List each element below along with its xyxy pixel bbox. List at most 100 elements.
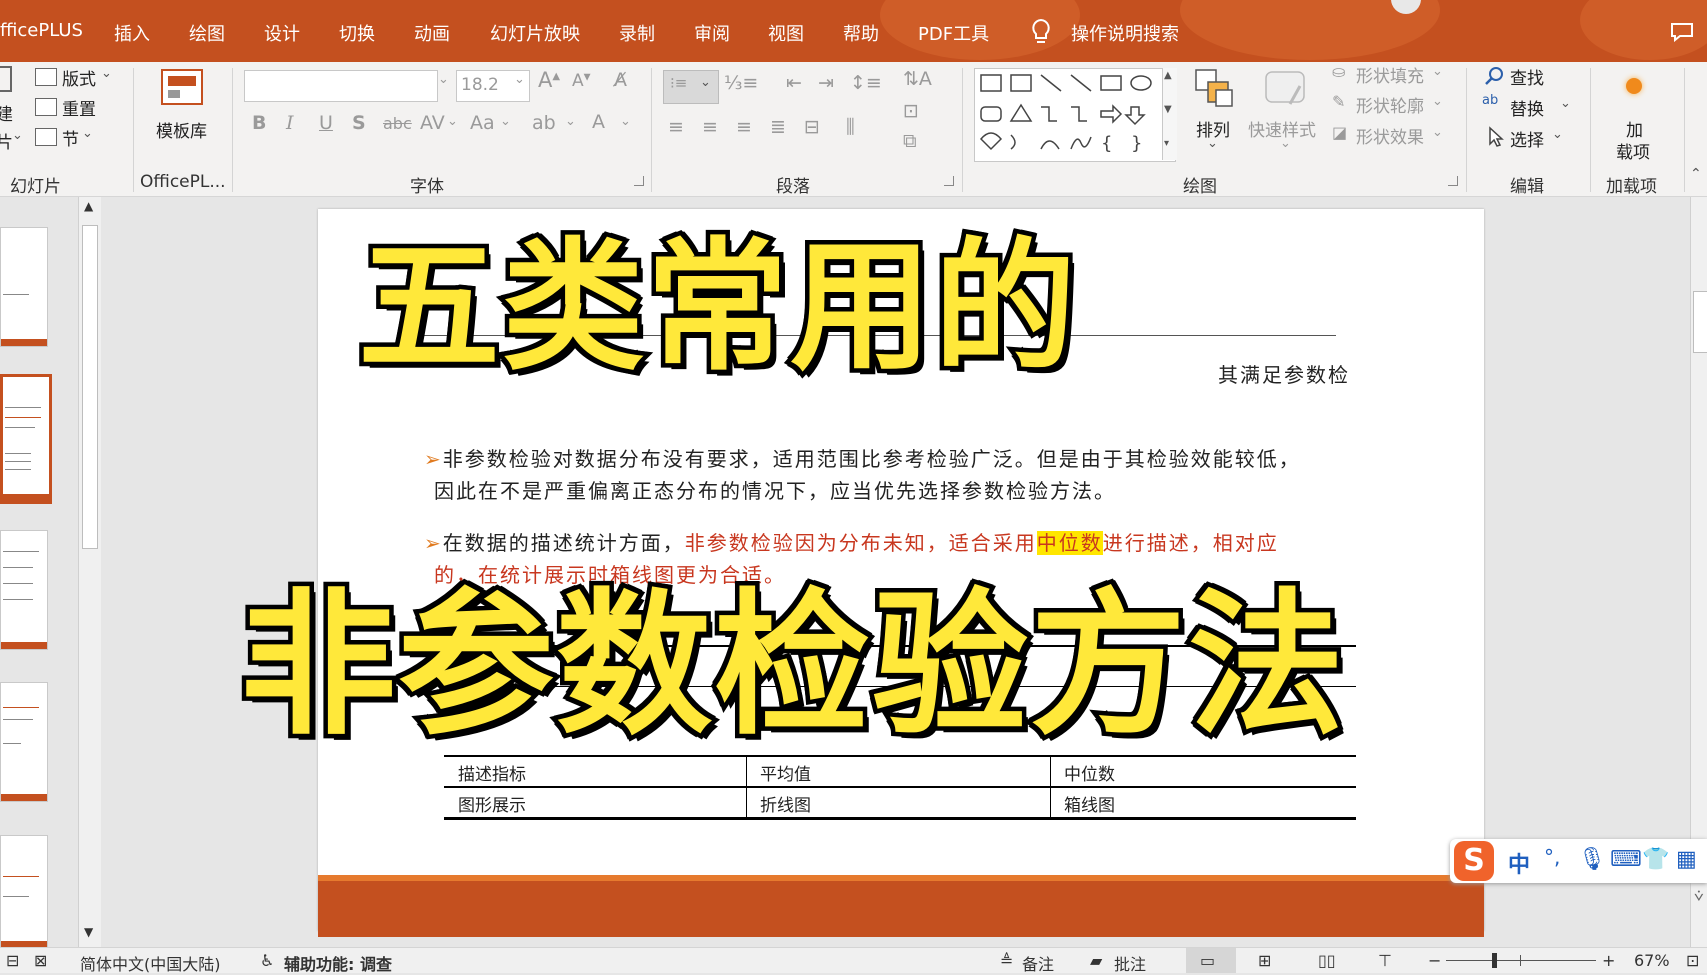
search-icon[interactable]	[1484, 66, 1504, 86]
keyboard-icon[interactable]: ⌨	[1610, 847, 1642, 872]
shadow-icon[interactable]: S	[352, 112, 366, 134]
reset-button[interactable]: 重置	[62, 95, 96, 120]
new-slide-icon[interactable]	[0, 66, 12, 92]
font-color-icon[interactable]: A	[592, 111, 605, 133]
zoom-level[interactable]: 67%	[1634, 951, 1670, 970]
thumbnail-scrollbar[interactable]: ▲ ▼	[78, 197, 101, 947]
accessibility-icon[interactable]: ♿	[260, 951, 274, 970]
quick-styles-icon[interactable]	[1262, 68, 1308, 110]
language-indicator[interactable]: 简体中文(中国大陆)	[80, 951, 221, 975]
layout-icon[interactable]	[35, 68, 57, 86]
bold-icon[interactable]: B	[252, 112, 266, 134]
section-icon[interactable]	[35, 128, 57, 146]
smartart-icon[interactable]: ⧉	[903, 130, 917, 152]
accessibility-status[interactable]: 辅助功能: 调查	[284, 951, 392, 975]
more-icon[interactable]: ▾	[1164, 138, 1169, 149]
distributed-icon[interactable]: ⊟	[804, 116, 820, 138]
comments-button[interactable]: 批注	[1114, 951, 1146, 975]
tab-review[interactable]: 审阅	[694, 20, 730, 46]
slide-thumbnail[interactable]	[0, 835, 48, 949]
slide-thumbnail[interactable]	[0, 682, 48, 802]
highlight-icon[interactable]: ab	[532, 112, 556, 134]
zoom-slider-thumb[interactable]	[1492, 953, 1497, 968]
main-scrollbar[interactable]	[1690, 197, 1707, 947]
chevron-down-icon[interactable]: ⌄	[1432, 125, 1443, 140]
ime-mode[interactable]: 中	[1508, 847, 1530, 879]
addins-button-line2[interactable]: 载项	[1616, 138, 1650, 163]
strikethrough-icon[interactable]: abc	[383, 114, 412, 133]
addins-icon[interactable]	[1626, 78, 1642, 94]
slideshow-icon[interactable]: ⊤	[1378, 951, 1392, 970]
comment-icon[interactable]	[1670, 22, 1694, 42]
reading-view-icon[interactable]: ▯▯	[1318, 951, 1336, 970]
drawing-dialog-launcher[interactable]	[1448, 176, 1458, 186]
zoom-out-icon[interactable]: −	[1428, 951, 1441, 970]
tab-help[interactable]: 帮助	[843, 20, 879, 46]
tab-pdf-tools[interactable]: PDF工具	[918, 20, 989, 46]
columns-icon[interactable]: ⫼	[846, 116, 855, 138]
tab-draw[interactable]: 绘图	[189, 20, 225, 46]
lightbulb-icon[interactable]	[1030, 18, 1052, 46]
paint-bucket-icon[interactable]: ⛀	[1332, 62, 1345, 81]
replace-icon[interactable]: ab	[1482, 93, 1498, 108]
increase-indent-icon[interactable]: ⇥	[818, 72, 834, 94]
decrease-font-icon[interactable]: A▼	[572, 71, 591, 91]
tab-record[interactable]: 录制	[619, 20, 655, 46]
section-button[interactable]: 节	[62, 125, 79, 150]
scroll-down-icon[interactable]: ▼	[84, 925, 93, 939]
grid-menu-icon[interactable]: ▦	[1676, 847, 1697, 872]
slide-counter-icon[interactable]: ⊟	[6, 951, 19, 970]
font-name-field[interactable]	[244, 70, 438, 102]
chevron-down-icon[interactable]: ⌄	[1552, 127, 1563, 142]
tab-officeplus[interactable]: fficePLUS	[0, 20, 83, 41]
chevron-down-icon[interactable]: ⌄	[500, 114, 511, 129]
shapes-gallery[interactable]: {}	[974, 68, 1176, 162]
italic-icon[interactable]: I	[286, 112, 294, 134]
select-button[interactable]: 选择	[1510, 126, 1544, 151]
slide-thumbnail[interactable]	[0, 530, 48, 650]
text-direction-icon[interactable]: ⇅A	[903, 68, 932, 90]
tab-view[interactable]: 视图	[768, 20, 804, 46]
chevron-down-icon[interactable]: ⌄	[1280, 136, 1291, 151]
increase-font-icon[interactable]: A▲	[538, 68, 560, 92]
find-button[interactable]: 查找	[1510, 64, 1544, 89]
spellcheck-icon[interactable]: ⊠	[34, 951, 47, 970]
tell-me-search[interactable]: 操作说明搜索	[1071, 20, 1179, 46]
bullets-button[interactable]: ⁝≡ ⌄	[663, 70, 719, 104]
slide-thumbnail[interactable]	[0, 227, 48, 347]
tab-transitions[interactable]: 切换	[339, 20, 375, 46]
ime-punctuation[interactable]: °,	[1544, 845, 1560, 869]
template-library-icon[interactable]	[160, 68, 206, 108]
chevron-down-icon[interactable]: ⌄	[620, 114, 631, 129]
align-center-icon[interactable]: ≡	[702, 116, 718, 138]
tab-insert[interactable]: 插入	[114, 20, 150, 46]
chevron-down-icon[interactable]: ⌄	[1432, 94, 1443, 109]
reset-icon[interactable]	[35, 98, 57, 116]
chevron-down-icon[interactable]: ▼	[1164, 104, 1172, 115]
pen-icon[interactable]: ✎	[1332, 92, 1345, 111]
chevron-down-icon[interactable]: ⌄	[101, 66, 112, 81]
align-text-icon[interactable]: ⊡	[903, 100, 919, 122]
shape-effects-icon[interactable]: ◪	[1332, 123, 1347, 142]
chevron-down-icon[interactable]: ⌄	[1207, 136, 1218, 151]
change-case-icon[interactable]: Aa	[470, 112, 495, 134]
notes-icon[interactable]: ≜	[1000, 951, 1013, 970]
chevron-down-icon[interactable]: ⌄	[565, 114, 576, 129]
chevron-down-icon[interactable]: ⌄	[1560, 96, 1571, 111]
line-spacing-icon[interactable]: ↕≡	[850, 72, 882, 94]
new-slide-label-1[interactable]: 建	[0, 100, 13, 125]
underline-icon[interactable]: U	[319, 112, 333, 134]
chevron-down-icon[interactable]: ⌄	[12, 128, 23, 143]
font-dialog-launcher[interactable]	[634, 176, 644, 186]
decrease-indent-icon[interactable]: ⇤	[786, 72, 802, 94]
numbered-list-icon[interactable]: ⅓≡	[724, 72, 758, 94]
chevron-up-icon[interactable]: ▲	[1164, 70, 1172, 81]
sogou-logo-icon[interactable]: S	[1454, 841, 1494, 881]
tab-slideshow[interactable]: 幻灯片放映	[490, 20, 580, 46]
tab-design[interactable]: 设计	[264, 20, 300, 46]
normal-view-button[interactable]: ▭	[1186, 948, 1236, 973]
chevron-down-icon[interactable]: ⌄	[438, 72, 449, 87]
align-right-icon[interactable]: ≡	[736, 116, 752, 138]
chevron-down-icon[interactable]: ⌄	[1432, 64, 1443, 79]
arrange-icon[interactable]	[1194, 68, 1236, 110]
